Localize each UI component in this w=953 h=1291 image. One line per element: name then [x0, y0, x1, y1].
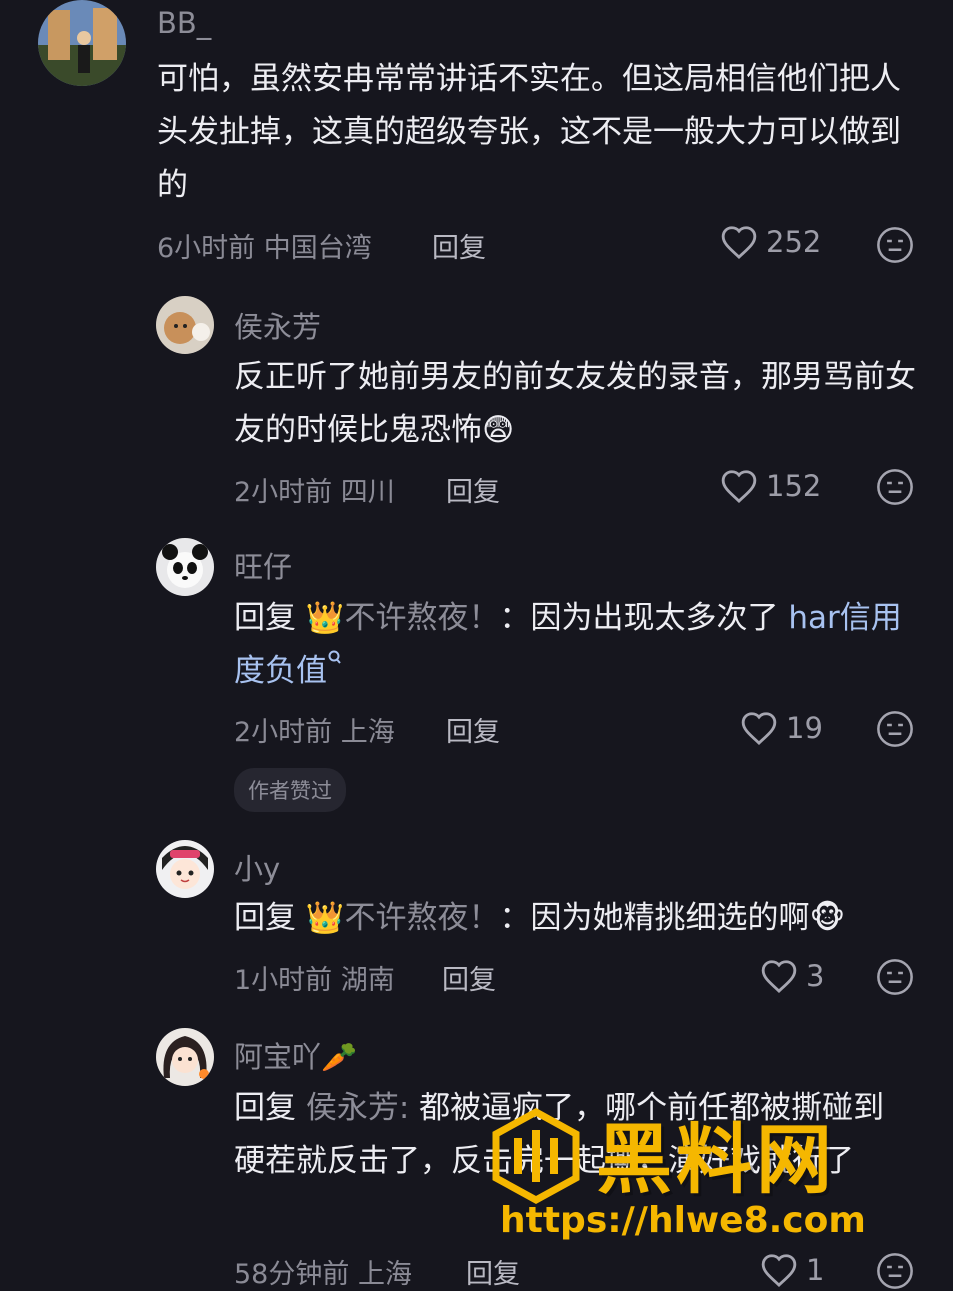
- heart-outline-icon: [721, 470, 757, 503]
- watermark-url: https://hlwe8.com: [500, 1200, 866, 1241]
- heart-outline-icon: [761, 1254, 797, 1287]
- reply-body: ：因为出现太多次了: [499, 600, 779, 636]
- crown-icon: 👑: [305, 600, 345, 636]
- reply-body: ：因为她精挑细选的啊🐵: [499, 900, 846, 936]
- meh-face-icon[interactable]: [876, 710, 914, 748]
- avatar[interactable]: [156, 538, 214, 596]
- like-count: 3: [806, 959, 825, 993]
- reply-button[interactable]: 回复: [466, 1252, 520, 1291]
- meh-face-icon[interactable]: [876, 468, 914, 506]
- avatar[interactable]: [156, 1028, 214, 1086]
- reply-target-user[interactable]: 不许熬夜！: [344, 900, 499, 936]
- avatar[interactable]: [156, 840, 214, 898]
- comment-username[interactable]: 旺仔: [234, 544, 292, 586]
- like-button[interactable]: 1: [760, 1252, 824, 1288]
- reply-button[interactable]: 回复: [442, 958, 496, 997]
- comment-username[interactable]: 小y: [234, 846, 280, 888]
- like-button[interactable]: 3: [760, 958, 824, 994]
- comment-meta: 58分钟前 上海: [234, 1252, 412, 1291]
- comment-username[interactable]: BB_: [157, 6, 211, 40]
- like-button[interactable]: 152: [720, 468, 821, 504]
- like-count: 1: [806, 1253, 825, 1287]
- heart-outline-icon: [761, 960, 797, 993]
- reply-prefix: 回复: [234, 1090, 296, 1126]
- reply-target-user[interactable]: 不许熬夜！: [344, 600, 499, 636]
- avatar[interactable]: [156, 296, 214, 354]
- reply-button[interactable]: 回复: [432, 226, 486, 265]
- comment-time: 1小时前: [234, 965, 333, 996]
- comment-location: 中国台湾: [263, 233, 372, 264]
- comment-username[interactable]: 侯永芳: [234, 304, 321, 346]
- watermark-title: 黑料网: [596, 1115, 836, 1204]
- reply-prefix: 回复: [234, 600, 296, 636]
- reply-button[interactable]: 回复: [446, 470, 500, 509]
- comment-meta: 2小时前 上海: [234, 710, 395, 749]
- comment-location: 四川: [340, 477, 395, 508]
- comment-meta: 6小时前 中国台湾: [157, 226, 372, 265]
- comment-bb: BB_ 可怕，虽然安冉常常讲话不实在。但这局相信他们把人头发扯掉，这真的超级夸张…: [0, 0, 953, 280]
- comment-text: 可怕，虽然安冉常常讲话不实在。但这局相信他们把人头发扯掉，这真的超级夸张，这不是…: [157, 61, 901, 203]
- comment-text: 回复 👑不许熬夜！：因为出现太多次了 har信用度负值: [234, 592, 914, 698]
- comment-meta: 1小时前 湖南: [234, 958, 395, 997]
- comment-text: 反正听了她前男友的前女友发的录音，那男骂前女友的时候比鬼恐怖😨: [234, 359, 916, 448]
- comment-xiaoy: 小y 回复 👑不许熬夜！：因为她精挑细选的啊🐵 1小时前 湖南 回复 3: [0, 834, 953, 1019]
- heart-outline-icon: [721, 226, 757, 259]
- avatar[interactable]: [38, 0, 126, 86]
- comment-time: 6小时前: [157, 233, 256, 264]
- comment-location: 湖南: [340, 965, 395, 996]
- like-count: 152: [766, 469, 822, 503]
- comment-username[interactable]: 阿宝吖🥕: [234, 1034, 357, 1076]
- watermark-logo-icon: [492, 1108, 580, 1204]
- comment-wangzai: 旺仔 回复 👑不许熬夜！：因为出现太多次了 har信用度负值 2小时前 上海 回…: [0, 530, 953, 820]
- reply-button[interactable]: 回复: [446, 710, 500, 749]
- meh-face-icon[interactable]: [876, 958, 914, 996]
- comment-meta: 2小时前 四川: [234, 470, 395, 509]
- comment-text: 回复 👑不许熬夜！：因为她精挑细选的啊🐵: [234, 892, 924, 945]
- comment-time: 2小时前: [234, 477, 333, 508]
- like-button[interactable]: 252: [720, 224, 821, 260]
- like-count: 19: [786, 711, 823, 745]
- comment-time: 58分钟前: [234, 1259, 350, 1290]
- comment-hou: 侯永芳 反正听了她前男友的前女友发的录音，那男骂前女友的时候比鬼恐怖😨 2小时前…: [0, 290, 953, 515]
- author-liked-badge: 作者赞过: [234, 768, 346, 812]
- crown-icon: 👑: [305, 900, 345, 936]
- meh-face-icon[interactable]: [876, 226, 914, 264]
- like-count: 252: [766, 225, 822, 259]
- heart-outline-icon: [741, 712, 777, 745]
- reply-prefix: 回复: [234, 900, 296, 936]
- search-icon: [328, 650, 341, 664]
- comment-time: 2小时前: [234, 717, 333, 748]
- comment-location: 上海: [340, 717, 395, 748]
- comment-location: 上海: [357, 1259, 412, 1290]
- like-button[interactable]: 19: [740, 710, 823, 746]
- reply-target-user[interactable]: 侯永芳:: [306, 1090, 409, 1126]
- meh-face-icon[interactable]: [876, 1252, 914, 1290]
